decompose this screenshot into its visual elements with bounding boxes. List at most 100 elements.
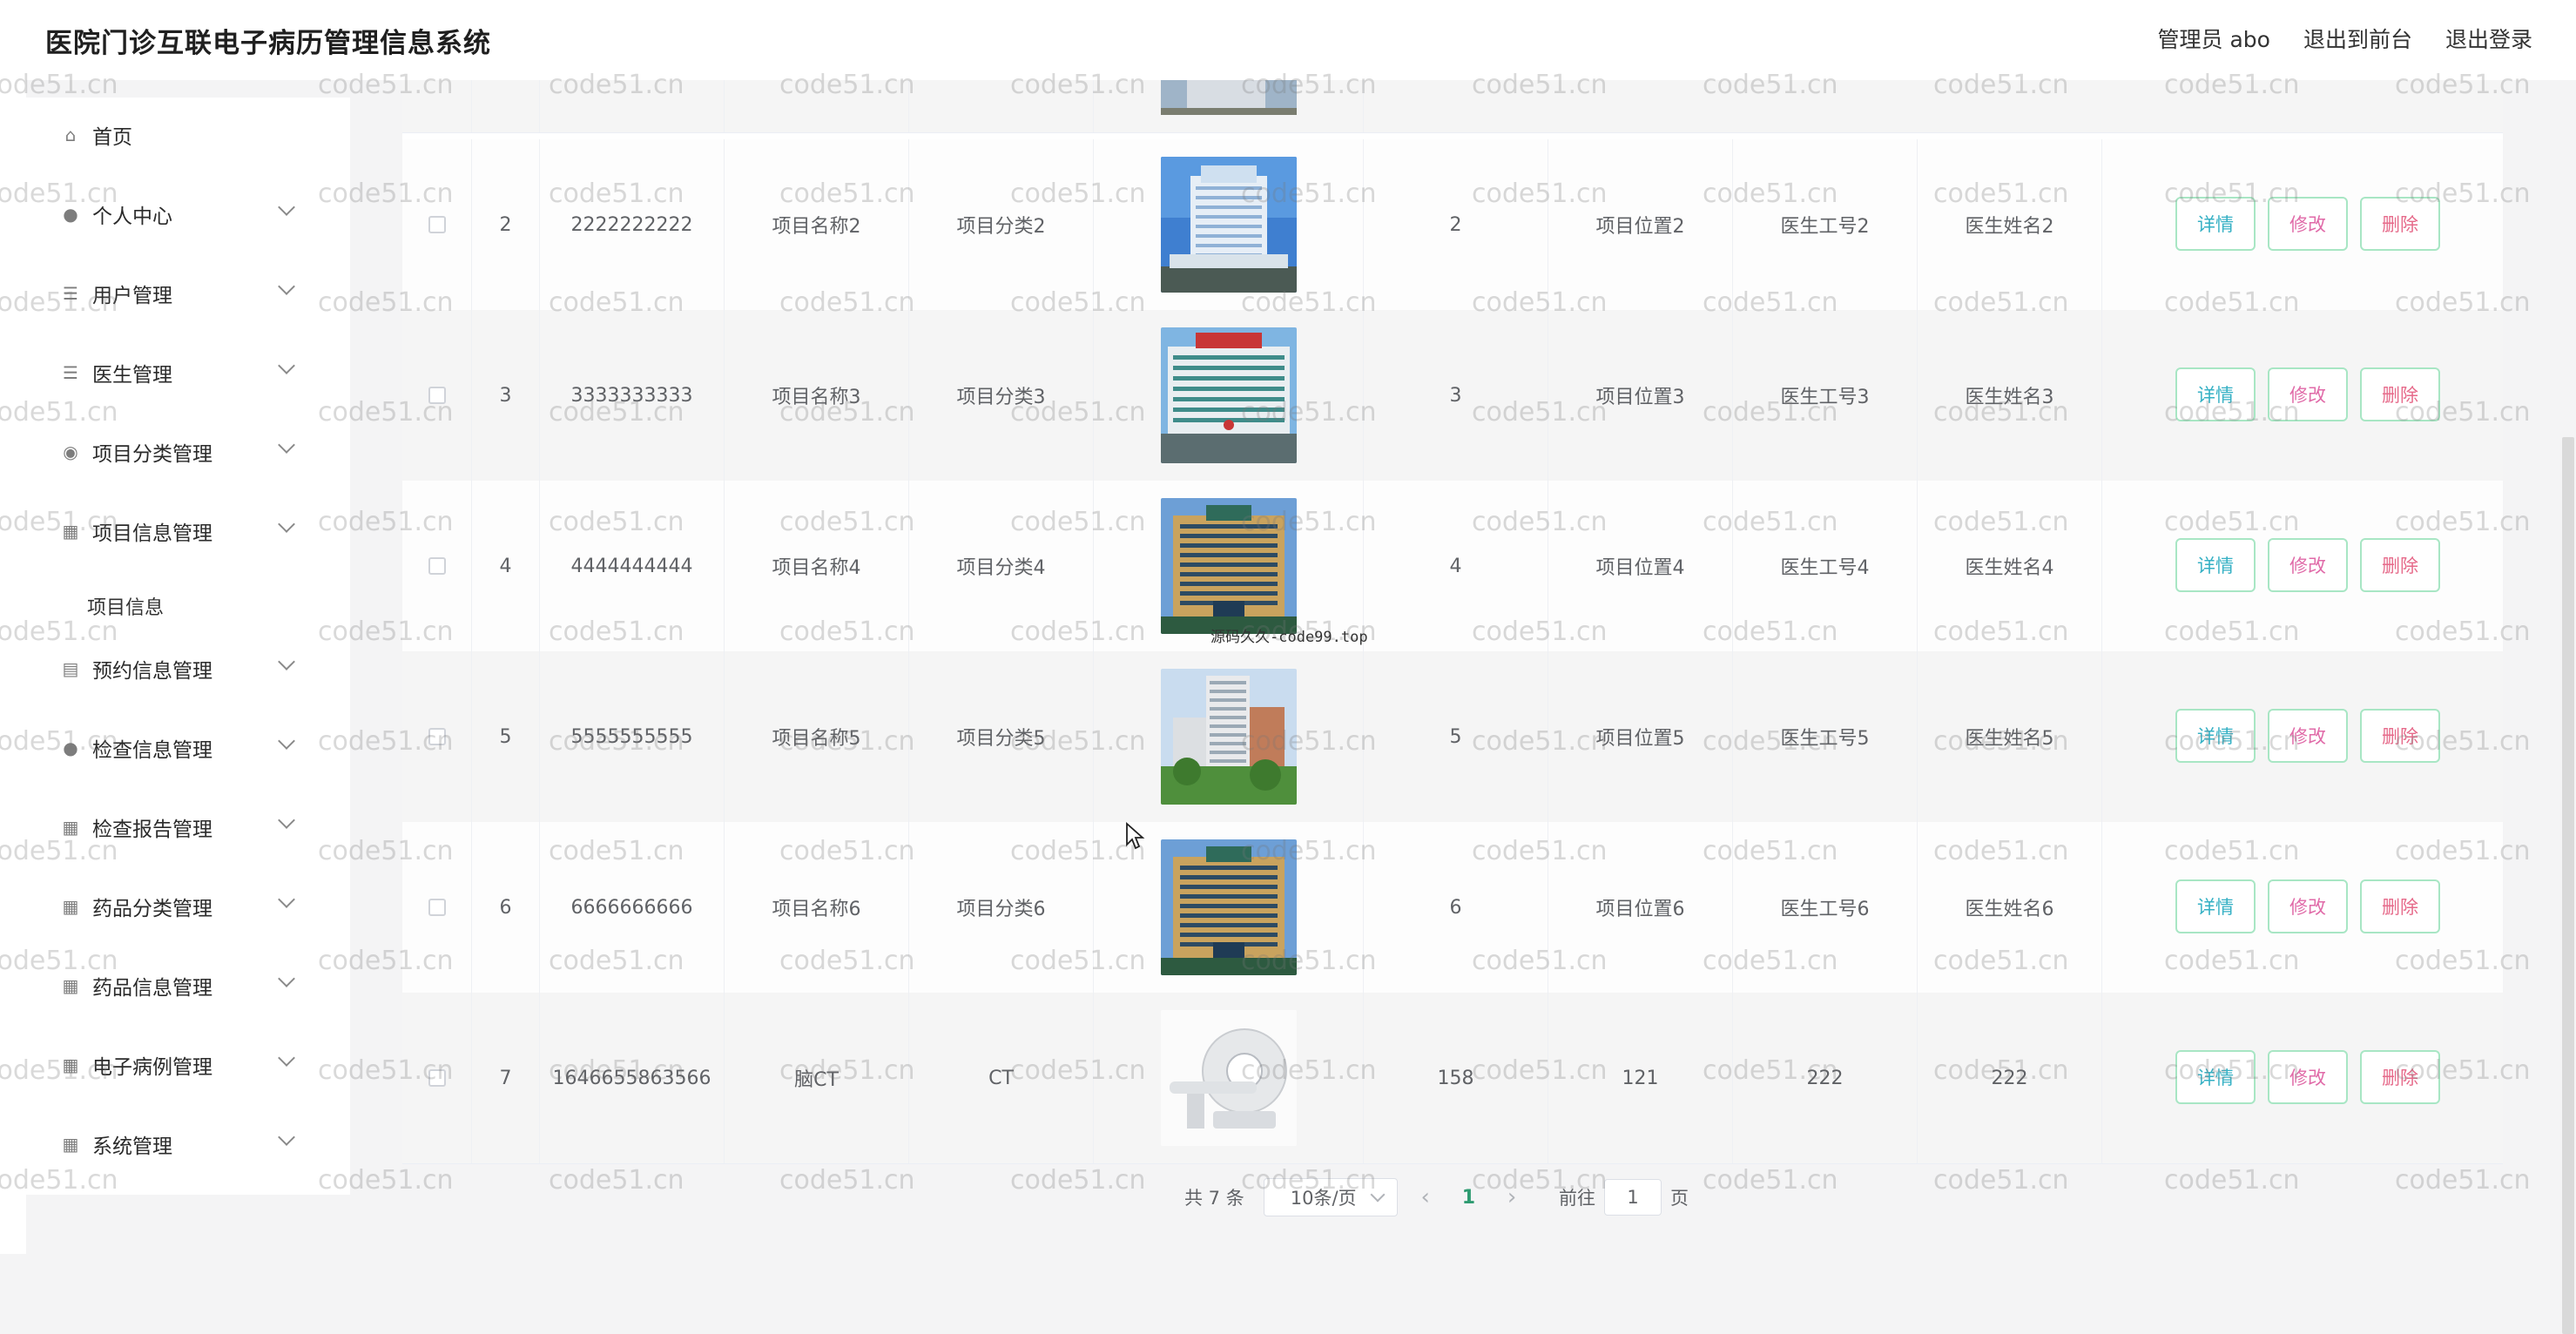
exit-to-frontend-link[interactable]: 退出到前台 [2303,23,2412,54]
row-select-cell [402,993,472,1163]
app-title: 医院门诊互联电子病历管理信息系统 [45,28,491,59]
delete-button[interactable]: 删除 [2360,538,2440,592]
sliders-icon: ☰ [63,283,78,304]
detail-button[interactable]: 详情 [2175,709,2256,763]
user-icon: ● [63,738,78,758]
project-category: 项目分类5 [909,651,1094,822]
top-header: 医院门诊互联电子病历管理信息系统 管理员 abo 退出到前台 退出登录 [0,0,2576,80]
sidebar-item[interactable]: ▦ 检查报告管理 [26,788,350,866]
sidebar-item[interactable]: ▦ 项目信息管理 [26,492,350,570]
doctor-name: 医生姓名4 [1918,481,2102,651]
prev-page-button[interactable]: ‹ [1417,1184,1434,1210]
sidebar-item[interactable]: ◉ 项目分类管理 [26,413,350,491]
row-checkbox[interactable] [428,216,446,233]
doctor-number: 医生工号6 [1733,822,1918,993]
sidebar-item[interactable]: ▤ 预约信息管理 [26,630,350,708]
sidebar-item[interactable]: ▦ 药品分类管理 [26,867,350,946]
project-location: 121 [1548,993,1733,1163]
edit-button[interactable]: 修改 [2268,709,2348,763]
project-name: 脑CT [725,993,909,1163]
delete-button[interactable]: 删除 [2360,879,2440,933]
edit-button[interactable]: 修改 [2268,197,2348,251]
doctor-name: 医生姓名3 [1918,310,2102,481]
delete-button[interactable]: 删除 [2360,197,2440,251]
sidebar-item-label: 项目分类管理 [92,443,212,466]
edit-button[interactable]: 修改 [2268,1050,2348,1104]
project-image-cell [1094,651,1364,822]
row-index: 3 [472,310,540,481]
table-row: 3 3333333333 项目名称3 项目分类3 3 项目位置3 医生工号3 医生姓名3 详情… [402,310,2503,482]
sidebar-item-label: 个人中心 [92,205,172,228]
page-number-1[interactable]: 1 [1462,1187,1475,1209]
goto-unit: 页 [1670,1188,1689,1209]
sidebar-item[interactable]: ▦ 电子病例管理 [26,1026,350,1104]
project-name: 项目名称2 [725,139,909,310]
doctor-number: 医生工号5 [1733,651,1918,822]
grid-icon: ▦ [62,975,79,996]
sidebar-subitem-project-info[interactable]: 项目信息 [87,592,164,620]
project-count: 4 [1364,481,1548,651]
project-category: 项目分类3 [909,310,1094,481]
hospital-image-partial [1160,77,1297,115]
edit-button[interactable]: 修改 [2268,879,2348,933]
project-count: 6 [1364,822,1548,993]
detail-button[interactable]: 详情 [2175,879,2256,933]
edit-button[interactable]: 修改 [2268,538,2348,592]
sidebar-item[interactable]: ▦ 系统管理 [26,1105,350,1183]
sidebar-item-label: 首页 [92,126,132,149]
sidebar-item[interactable]: ☰ 医生管理 [26,334,350,412]
detail-button[interactable]: 详情 [2175,197,2256,251]
project-image [1160,498,1297,634]
detail-button[interactable]: 详情 [2175,538,2256,592]
doctor-number: 222 [1733,993,1918,1163]
project-image [1160,1010,1297,1146]
goto-page-input[interactable] [1604,1179,1662,1216]
overlay-watermark-text: 源码久久-code99.top [1210,629,1368,646]
project-category: 项目分类4 [909,481,1094,651]
project-image [1160,157,1297,293]
mouse-cursor-icon [1126,822,1145,850]
project-image-cell [1094,139,1364,310]
sidebar-edge [0,80,26,1254]
row-checkbox[interactable] [428,387,446,404]
project-count: 158 [1364,993,1548,1163]
chevron-down-icon [278,1049,295,1067]
row-checkbox[interactable] [428,728,446,745]
row-select-cell [402,481,472,651]
project-name: 项目名称4 [725,481,909,651]
project-code: 2222222222 [540,139,725,310]
sidebar-item[interactable]: ● 个人中心 [26,175,350,253]
project-location: 项目位置4 [1548,481,1733,651]
scrollbar-thumb[interactable] [2562,437,2574,1334]
next-page-button[interactable]: › [1503,1184,1521,1210]
sidebar-item-label: 系统管理 [92,1135,172,1158]
edit-button[interactable]: 修改 [2268,367,2348,421]
detail-button[interactable]: 详情 [2175,367,2256,421]
table-row: 6 6666666666 项目名称6 项目分类6 6 项目位置6 医生工号6 医生姓名6 详情… [402,822,2503,994]
sidebar-item[interactable]: ⌂ 首页 [26,96,350,174]
sidebar-item-label: 医生管理 [92,364,172,387]
row-checkbox[interactable] [428,899,446,916]
delete-button[interactable]: 删除 [2360,709,2440,763]
delete-button[interactable]: 删除 [2360,367,2440,421]
detail-button[interactable]: 详情 [2175,1050,2256,1104]
sidebar-item[interactable]: ☰ 用户管理 [26,254,350,333]
grid-icon: ▦ [62,521,79,542]
sidebar-item[interactable]: ● 检查信息管理 [26,709,350,787]
row-checkbox[interactable] [428,1069,446,1087]
logout-link[interactable]: 退出登录 [2445,23,2532,54]
chevron-down-icon [278,970,295,987]
delete-button[interactable]: 删除 [2360,1050,2440,1104]
scrollbar[interactable] [2560,80,2576,1334]
sidebar-item-label: 检查报告管理 [92,819,212,841]
list-icon: ☰ [63,362,78,383]
page-size-select[interactable]: 10条/页 [1263,1178,1398,1216]
row-index: 4 [472,481,540,651]
doctor-number: 医生工号4 [1733,481,1918,651]
admin-user-link[interactable]: 管理员 abo [2158,23,2270,54]
sidebar-item-label: 预约信息管理 [92,660,212,683]
pagination: 共 7 条 10条/页 ‹ 1 › 前往 页 [1184,1177,1689,1217]
sidebar-item[interactable]: ▦ 药品信息管理 [26,947,350,1025]
chevron-down-icon [278,199,295,216]
row-checkbox[interactable] [428,557,446,575]
